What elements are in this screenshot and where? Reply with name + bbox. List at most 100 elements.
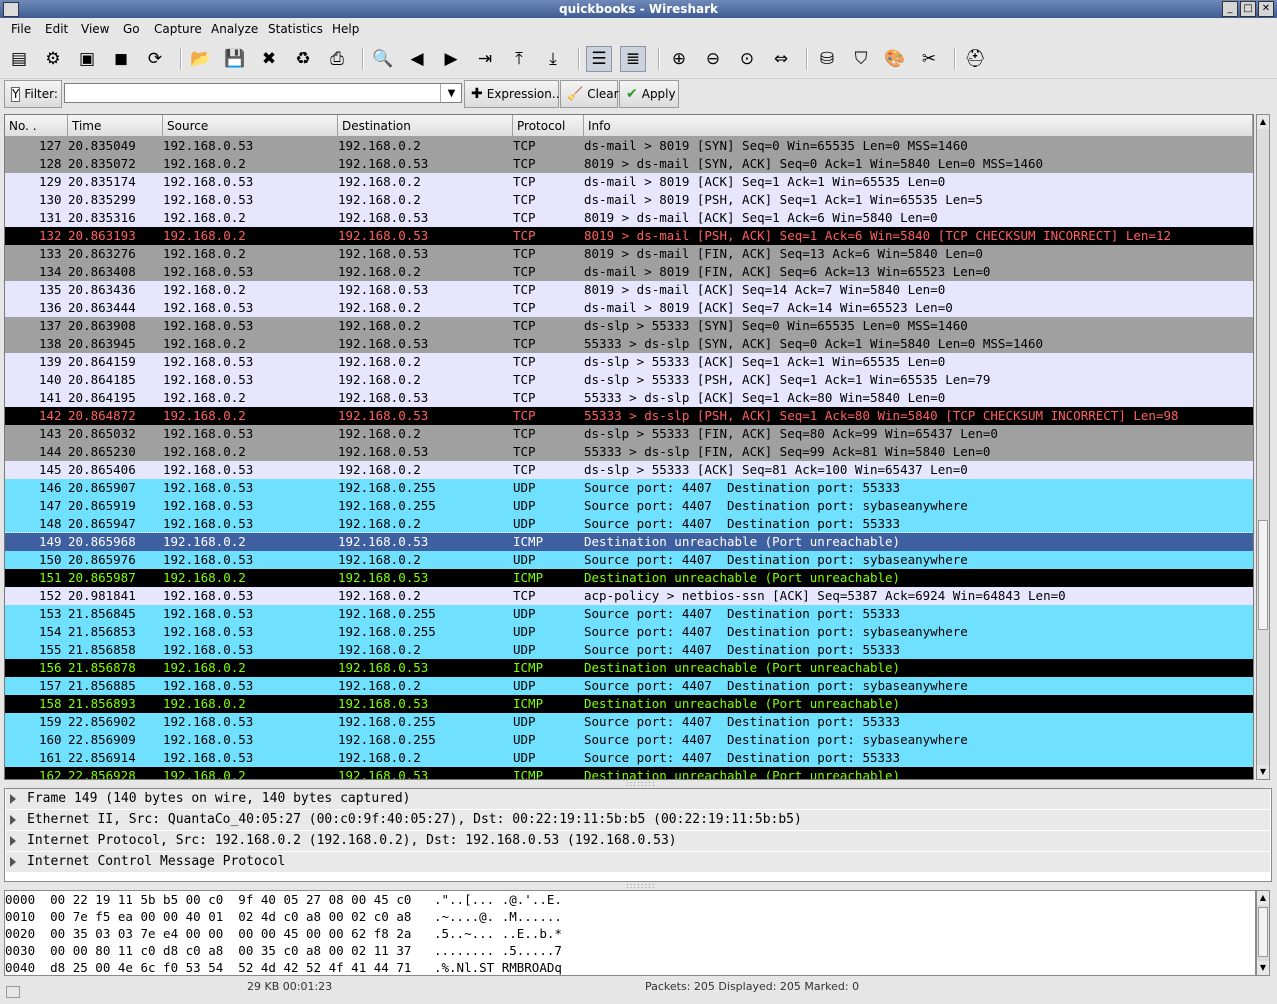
coloring-rules-icon[interactable]: 🎨 xyxy=(882,46,908,72)
packet-row[interactable]: 145 20.865406 192.168.0.53 192.168.0.2 TCP ds… xyxy=(5,461,1253,479)
clear-filter-button[interactable]: 🧹 Clear xyxy=(560,80,619,108)
filter-input[interactable] xyxy=(64,83,462,103)
detail-row-ethernet[interactable]: Ethernet II, Src: QuantaCo_40:05:27 (00:… xyxy=(6,810,1270,830)
packet-row[interactable]: 158 21.856893 192.168.0.2 192.168.0.53 ICMP D… xyxy=(5,695,1253,713)
last-packet-icon[interactable]: ⤓ xyxy=(540,46,566,72)
scroll-down-arrow-icon[interactable]: ▼ xyxy=(1257,765,1269,779)
menu-file[interactable]: File xyxy=(11,22,31,36)
packet-list[interactable]: No. . Time Source Destination Protocol I… xyxy=(4,114,1254,780)
menu-go[interactable]: Go xyxy=(123,22,140,36)
expert-info-icon[interactable] xyxy=(6,986,20,998)
packet-row[interactable]: 136 20.863444 192.168.0.53 192.168.0.2 TCP ds… xyxy=(5,299,1253,317)
packet-row[interactable]: 130 20.835299 192.168.0.53 192.168.0.2 TCP ds… xyxy=(5,191,1253,209)
restart-capture-icon[interactable]: ⟳ xyxy=(142,46,168,72)
colorize-icon[interactable]: ☰ xyxy=(586,46,612,72)
packet-row[interactable]: 129 20.835174 192.168.0.53 192.168.0.2 TCP ds… xyxy=(5,173,1253,191)
scroll-up-arrow-icon[interactable]: ▲ xyxy=(1257,891,1269,905)
filter-button[interactable]: Y Filter: xyxy=(4,80,62,108)
packet-row[interactable]: 133 20.863276 192.168.0.2 192.168.0.53 TCP 80… xyxy=(5,245,1253,263)
minimize-button[interactable]: _ xyxy=(1222,1,1238,17)
apply-filter-button[interactable]: ✔ Apply xyxy=(619,80,679,108)
packet-row[interactable]: 153 21.856845 192.168.0.53 192.168.0.255 UDP… xyxy=(5,605,1253,623)
normal-size-icon[interactable]: ⊙ xyxy=(734,46,760,72)
packet-row[interactable]: 131 20.835316 192.168.0.2 192.168.0.53 TCP 80… xyxy=(5,209,1253,227)
save-file-icon[interactable]: 💾 xyxy=(222,46,248,72)
packet-row[interactable]: 143 20.865032 192.168.0.53 192.168.0.2 TCP ds… xyxy=(5,425,1253,443)
capture-filters-icon[interactable]: ⛁ xyxy=(814,46,840,72)
packet-row[interactable]: 146 20.865907 192.168.0.53 192.168.0.255 UDP… xyxy=(5,479,1253,497)
detail-row-frame[interactable]: Frame 149 (140 bytes on wire, 140 bytes … xyxy=(6,789,1270,809)
print-icon[interactable]: ⎙ xyxy=(324,46,350,72)
menu-statistics[interactable]: Statistics xyxy=(268,22,323,36)
filter-dropdown-arrow-icon[interactable]: ▼ xyxy=(440,84,462,102)
start-capture-icon[interactable]: ▣ xyxy=(74,46,100,72)
menu-help[interactable]: Help xyxy=(332,22,359,36)
help-icon[interactable]: ⛑ xyxy=(962,46,988,72)
expand-arrow-icon[interactable] xyxy=(10,836,16,846)
packet-row[interactable]: 156 21.856878 192.168.0.2 192.168.0.53 ICMP D… xyxy=(5,659,1253,677)
first-packet-icon[interactable]: ⤒ xyxy=(506,46,532,72)
packet-row[interactable]: 147 20.865919 192.168.0.53 192.168.0.255 UDP… xyxy=(5,497,1253,515)
expression-button[interactable]: ✚ Expression... xyxy=(464,80,563,108)
expand-arrow-icon[interactable] xyxy=(10,815,16,825)
menu-edit[interactable]: Edit xyxy=(45,22,68,36)
capture-options-icon[interactable]: ⚙ xyxy=(40,46,66,72)
packet-row-selected[interactable]: 149 20.865968 192.168.0.2 192.168.0.53 ICMP D… xyxy=(5,532,1253,552)
packet-list-scrollbar[interactable]: ▲ ▼ xyxy=(1256,114,1270,780)
packet-row[interactable]: 150 20.865976 192.168.0.53 192.168.0.2 UDP So… xyxy=(5,551,1253,569)
menu-capture[interactable]: Capture xyxy=(154,22,202,36)
packet-list-scroll-thumb[interactable] xyxy=(1258,520,1268,630)
close-file-icon[interactable]: ✖ xyxy=(256,46,282,72)
zoom-in-icon[interactable]: ⊕ xyxy=(666,46,692,72)
go-back-icon[interactable]: ◀ xyxy=(404,46,430,72)
pane-splitter-bottom[interactable]: :::::::: xyxy=(626,882,656,890)
bytes-pane-scrollbar[interactable]: ▲ ▼ xyxy=(1256,890,1270,976)
packet-row[interactable]: 139 20.864159 192.168.0.53 192.168.0.2 TCP ds… xyxy=(5,353,1253,371)
column-header-destination[interactable]: Destination xyxy=(338,115,513,137)
packet-row[interactable]: 161 22.856914 192.168.0.53 192.168.0.2 UDP So… xyxy=(5,749,1253,767)
column-header-number[interactable]: No. . xyxy=(5,115,68,137)
resize-columns-icon[interactable]: ⇔ xyxy=(768,46,794,72)
find-packet-icon[interactable]: 🔍 xyxy=(370,46,396,72)
column-header-source[interactable]: Source xyxy=(163,115,338,137)
packet-row[interactable]: 132 20.863193 192.168.0.2 192.168.0.53 TCP 80… xyxy=(5,227,1253,245)
packet-row[interactable]: 151 20.865987 192.168.0.2 192.168.0.53 ICMP D… xyxy=(5,569,1253,587)
menu-view[interactable]: View xyxy=(81,22,109,36)
packet-row[interactable]: 127 20.835049 192.168.0.53 192.168.0.2 TCP ds… xyxy=(5,137,1253,155)
packet-row[interactable]: 155 21.856858 192.168.0.53 192.168.0.2 UDP So… xyxy=(5,641,1253,659)
expand-arrow-icon[interactable] xyxy=(10,857,16,867)
stop-capture-icon[interactable]: ◼ xyxy=(108,46,134,72)
pane-splitter-top[interactable]: :::::::: xyxy=(626,780,656,788)
packet-row[interactable]: 160 22.856909 192.168.0.53 192.168.0.255 UDP… xyxy=(5,731,1253,749)
close-window-button[interactable]: ✕ xyxy=(1258,1,1274,17)
detail-row-ip[interactable]: Internet Protocol, Src: 192.168.0.2 (192… xyxy=(6,831,1270,851)
packet-bytes-pane[interactable]: 0000 00 22 19 11 5b b5 00 c0 9f 40 05 27… xyxy=(4,890,1256,976)
column-header-protocol[interactable]: Protocol xyxy=(513,115,584,137)
go-forward-icon[interactable]: ▶ xyxy=(438,46,464,72)
auto-scroll-icon[interactable]: ≣ xyxy=(620,46,646,72)
display-filters-icon[interactable]: ⛉ xyxy=(848,46,874,72)
packet-row[interactable]: 128 20.835072 192.168.0.2 192.168.0.53 TCP 80… xyxy=(5,155,1253,173)
packet-details-pane[interactable]: Frame 149 (140 bytes on wire, 140 bytes … xyxy=(4,788,1272,882)
bytes-pane-scroll-thumb[interactable] xyxy=(1258,907,1268,957)
packet-row[interactable]: 152 20.981841 192.168.0.53 192.168.0.2 TCP ac… xyxy=(5,587,1253,605)
packet-row[interactable]: 141 20.864195 192.168.0.2 192.168.0.53 TCP 55… xyxy=(5,389,1253,407)
packet-row[interactable]: 134 20.863408 192.168.0.53 192.168.0.2 TCP ds… xyxy=(5,263,1253,281)
menu-analyze[interactable]: Analyze xyxy=(211,22,258,36)
column-header-time[interactable]: Time xyxy=(68,115,163,137)
packet-row[interactable]: 154 21.856853 192.168.0.53 192.168.0.255 UDP… xyxy=(5,623,1253,641)
packet-row[interactable]: 159 22.856902 192.168.0.53 192.168.0.255 UDP… xyxy=(5,713,1253,731)
interfaces-icon[interactable]: ▤ xyxy=(6,46,32,72)
window-menu-icon[interactable] xyxy=(3,2,19,17)
packet-row[interactable]: 142 20.864872 192.168.0.2 192.168.0.53 TCP 55… xyxy=(5,407,1253,425)
expand-arrow-icon[interactable] xyxy=(10,794,16,804)
maximize-button[interactable]: □ xyxy=(1240,1,1256,17)
detail-row-icmp[interactable]: Internet Control Message Protocol xyxy=(6,852,1270,872)
packet-row[interactable]: 140 20.864185 192.168.0.53 192.168.0.2 TCP ds… xyxy=(5,371,1253,389)
packet-row[interactable]: 137 20.863908 192.168.0.53 192.168.0.2 TCP ds… xyxy=(5,317,1253,335)
packet-row[interactable]: 148 20.865947 192.168.0.53 192.168.0.2 UDP So… xyxy=(5,515,1253,533)
packet-row[interactable]: 157 21.856885 192.168.0.53 192.168.0.2 UDP So… xyxy=(5,677,1253,695)
packet-row[interactable]: 138 20.863945 192.168.0.2 192.168.0.53 TCP 55… xyxy=(5,335,1253,353)
packet-row[interactable]: 135 20.863436 192.168.0.2 192.168.0.53 TCP 80… xyxy=(5,281,1253,299)
zoom-out-icon[interactable]: ⊖ xyxy=(700,46,726,72)
